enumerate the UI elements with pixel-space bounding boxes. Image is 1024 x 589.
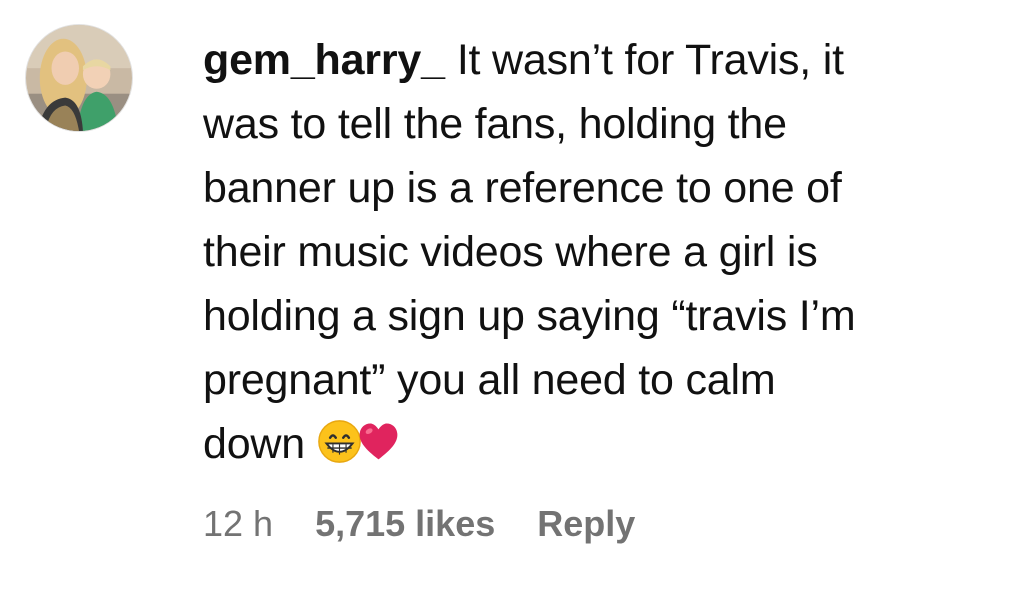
likes-count[interactable]: 5,715 likes bbox=[315, 503, 495, 544]
comment-text-line-4: their music videos where a girl is bbox=[203, 228, 818, 276]
avatar-photo bbox=[26, 25, 132, 131]
comment-timestamp[interactable]: 12 h bbox=[203, 503, 273, 544]
comment-text-line-6: pregnant” you all need to calm bbox=[203, 356, 776, 404]
comment-username[interactable]: gem_harry_ bbox=[203, 36, 445, 84]
comment-body: gem_harry_ It wasn’t for Travis, it was t… bbox=[203, 28, 1003, 476]
comment: gem_harry_ It wasn’t for Travis, it was t… bbox=[0, 0, 1024, 589]
red-heart-emoji-icon bbox=[356, 419, 401, 464]
comment-meta: 12 h 5,715 likes Reply bbox=[203, 500, 677, 548]
avatar[interactable] bbox=[25, 24, 133, 132]
comment-text-line-2: was to tell the fans, holding the bbox=[203, 100, 787, 148]
comment-text-line-7: down bbox=[203, 420, 305, 468]
comment-text-line-1: It wasn’t for Travis, it bbox=[456, 36, 844, 84]
comment-text-line-3: banner up is a reference to one of bbox=[203, 164, 842, 212]
comment-text-line-5: holding a sign up saying “travis I’m bbox=[203, 292, 856, 340]
reply-button[interactable]: Reply bbox=[537, 503, 635, 544]
